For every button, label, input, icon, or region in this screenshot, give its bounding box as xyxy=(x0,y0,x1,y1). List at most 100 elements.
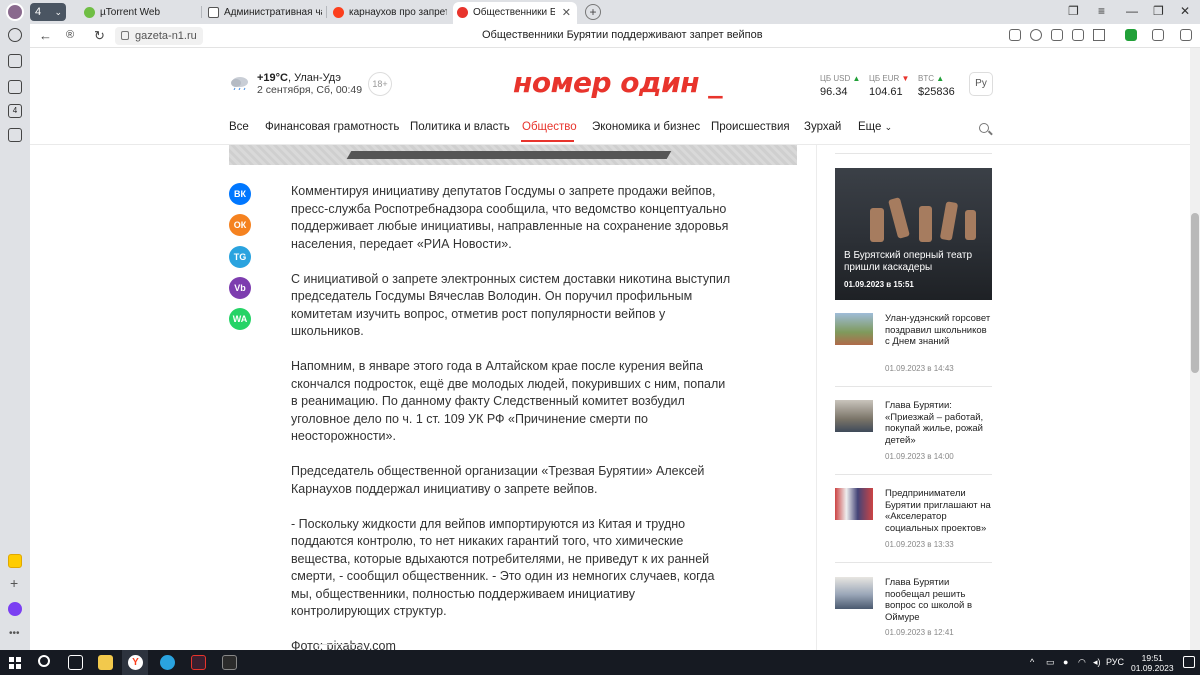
rate-value: 104.61 xyxy=(869,86,903,98)
nav-item-society[interactable]: Общество xyxy=(522,121,577,133)
news-date: 01.09.2023 в 14:00 xyxy=(885,452,954,461)
tab-search[interactable]: карнаухов про запрет вей xyxy=(329,2,447,24)
weather[interactable]: +19°C, Улан-Удэ xyxy=(257,72,341,84)
windows-start-icon[interactable] xyxy=(9,657,21,669)
microphone-icon[interactable]: ● xyxy=(1063,657,1068,667)
rate-value: $25836 xyxy=(918,86,955,98)
trend-up-icon: ▲ xyxy=(852,74,861,83)
windows-taskbar: Y ^ ▭ ● ◠ ◂) РУС 19:51 01.09.2023 xyxy=(0,650,1200,675)
tab-label: µTorrent Web xyxy=(100,7,161,18)
protect-icon[interactable]: ® xyxy=(66,29,74,41)
tab-admin[interactable]: Административная часть xyxy=(204,2,322,24)
add-panel-icon[interactable]: + xyxy=(10,575,18,591)
extensions-icon[interactable] xyxy=(1009,29,1021,41)
collections-icon[interactable]: ❐ xyxy=(1068,4,1079,18)
temperature: +19°C xyxy=(257,72,289,84)
vk-share-icon[interactable]: ВК xyxy=(229,183,251,205)
telegram-icon[interactable] xyxy=(160,655,175,670)
tab-utorrent[interactable]: µTorrent Web xyxy=(80,2,198,24)
bookmark-icon[interactable] xyxy=(1093,29,1105,41)
scrollbar-thumb[interactable] xyxy=(1191,213,1199,373)
search-icon[interactable] xyxy=(979,123,989,133)
notifications-icon[interactable] xyxy=(1183,656,1195,668)
translate-icon[interactable] xyxy=(1072,29,1084,41)
ok-share-icon[interactable]: ОК xyxy=(229,214,251,236)
nav-item-more[interactable]: Еще ⌄ xyxy=(858,121,892,133)
yandex-icon xyxy=(333,7,344,18)
tab-separator xyxy=(201,6,202,18)
headphones-icon[interactable] xyxy=(1030,29,1042,41)
alice-assistant-icon[interactable] xyxy=(8,602,22,616)
viber-share-icon[interactable]: Vb xyxy=(229,277,251,299)
notes-icon[interactable] xyxy=(8,554,22,568)
tray-chevron-icon[interactable]: ^ xyxy=(1030,657,1034,667)
theme-icon[interactable] xyxy=(1180,29,1192,41)
nav-item-all[interactable]: Все xyxy=(229,121,249,133)
telegram-share-icon[interactable]: TG xyxy=(229,246,251,268)
article-body: Комментируя инициативу депутатов Госдумы… xyxy=(291,183,731,650)
sidebar-divider xyxy=(835,153,992,154)
task-view-icon[interactable] xyxy=(68,655,83,670)
counter-icon[interactable]: 4 xyxy=(8,104,22,118)
trend-up-icon: ▲ xyxy=(936,74,945,83)
url-field[interactable]: gazeta-n1.ru xyxy=(115,27,203,45)
app-icon[interactable] xyxy=(191,655,206,670)
close-tab-icon[interactable]: ✕ xyxy=(562,2,571,24)
protect-shield-icon[interactable] xyxy=(1125,29,1137,41)
back-arrow-icon[interactable]: ← xyxy=(39,28,52,43)
yandex-browser-icon[interactable]: Y xyxy=(128,655,143,670)
wifi-icon[interactable]: ◠ xyxy=(1078,657,1086,668)
system-clock[interactable]: 19:51 01.09.2023 xyxy=(1131,653,1174,673)
new-tab-button[interactable]: + xyxy=(585,4,601,20)
nav-item-politics[interactable]: Политика и власть xyxy=(410,121,510,133)
rate-label: ЦБ USD xyxy=(820,74,851,83)
browser-tab-bar: 4 ⌄ µTorrent Web Административная часть … xyxy=(0,0,1200,24)
file-explorer-icon[interactable] xyxy=(98,655,113,670)
downloads-icon[interactable] xyxy=(8,54,22,68)
minimize-icon[interactable]: — xyxy=(1126,4,1138,18)
news-thumbnail xyxy=(835,313,873,345)
pages-icon[interactable] xyxy=(8,80,22,94)
news-date: 01.09.2023 в 13:33 xyxy=(885,540,954,549)
downloads-toolbar-icon[interactable] xyxy=(1152,29,1164,41)
start-tile xyxy=(9,657,14,662)
tab-count-button[interactable]: 4 ⌄ xyxy=(30,3,66,21)
nav-item-incidents[interactable]: Происшествия xyxy=(711,121,790,133)
close-window-icon[interactable]: ✕ xyxy=(1180,4,1190,18)
menu-icon[interactable]: ≡ xyxy=(1098,4,1105,18)
nav-active-underline xyxy=(521,140,574,142)
input-language[interactable]: РУС xyxy=(1106,657,1124,667)
nav-item-economy[interactable]: Экономика и бизнес xyxy=(592,121,700,133)
video-editor-icon[interactable] xyxy=(222,655,237,670)
search-taskbar-icon[interactable] xyxy=(38,655,50,667)
network-icon[interactable]: ▭ xyxy=(1046,657,1055,668)
reader-icon[interactable] xyxy=(1051,29,1063,41)
news-thumbnail xyxy=(835,577,873,609)
maximize-icon[interactable]: ❐ xyxy=(1153,4,1164,18)
article-paragraph: Напомним, в январе этого года в Алтайско… xyxy=(291,359,726,443)
tab-count: 4 xyxy=(35,6,42,18)
news-separator xyxy=(835,562,992,563)
start-tile xyxy=(16,664,21,669)
photo-figure xyxy=(870,208,884,242)
nav-item-zurkhai[interactable]: Зурхай xyxy=(804,121,841,133)
article-paragraph: С инициативой о запрете электронных сист… xyxy=(291,271,731,339)
rate-label: ЦБ EUR xyxy=(869,74,900,83)
page-scrollbar[interactable] xyxy=(1190,48,1200,650)
nav-item-finance[interactable]: Финансовая грамотность xyxy=(265,121,399,133)
tab-active-article[interactable]: Общественники Бурятии ✕ xyxy=(453,2,577,24)
photo-figure xyxy=(965,210,976,240)
tab-separator xyxy=(326,6,327,18)
history-icon[interactable] xyxy=(8,28,22,42)
featured-news-card[interactable]: В Бурятский оперный театр пришли каскаде… xyxy=(835,168,992,300)
screenshot-icon[interactable] xyxy=(8,128,22,142)
language-button[interactable]: Ру xyxy=(969,72,993,96)
whatsapp-share-icon[interactable]: WA xyxy=(229,308,251,330)
news-date: 01.09.2023 в 14:43 xyxy=(885,364,954,373)
profile-avatar[interactable] xyxy=(6,3,24,21)
site-logo[interactable]: номер один _ xyxy=(513,66,722,99)
more-icon[interactable]: ••• xyxy=(9,628,20,639)
page-title: Общественники Бурятии поддерживают запре… xyxy=(482,29,763,41)
reload-icon[interactable]: ↻ xyxy=(94,28,105,44)
volume-icon[interactable]: ◂) xyxy=(1093,657,1101,668)
